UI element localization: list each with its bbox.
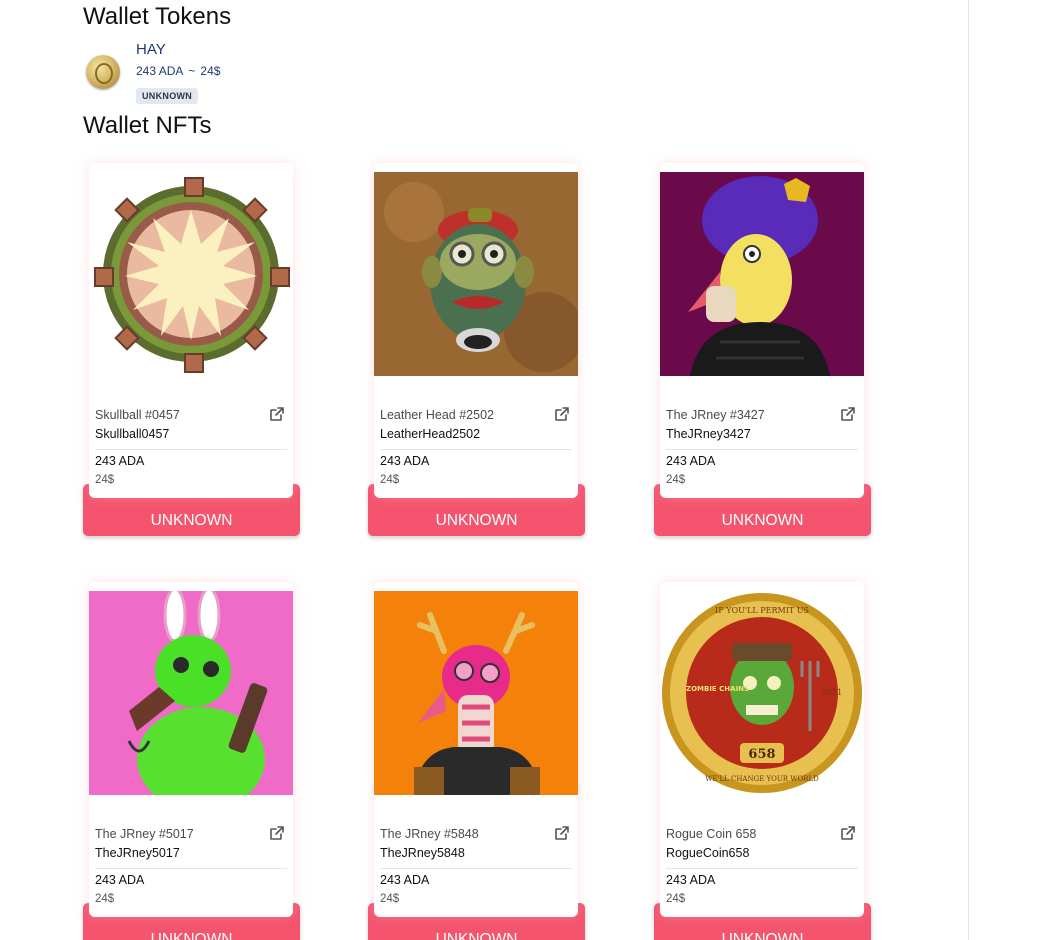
- divider: [380, 449, 572, 450]
- nft-title: Rogue Coin 658: [666, 827, 757, 841]
- rogue-coin-year: 2021: [822, 688, 842, 697]
- nft-handle: TheJRney5017: [95, 846, 180, 860]
- nft-card[interactable]: The JRney #5017 TheJRney5017 243 ADA 24$…: [83, 582, 300, 940]
- wallet-tokens-heading: Wallet Tokens: [83, 3, 232, 30]
- nft-title: The JRney #5017: [95, 827, 194, 841]
- external-link-icon[interactable]: [554, 406, 570, 422]
- nft-card[interactable]: Leather Head #2502 LeatherHead2502 243 A…: [368, 163, 585, 538]
- nft-status-label: UNKNOWN: [721, 931, 804, 940]
- external-link-icon[interactable]: [269, 825, 285, 841]
- nft-status-label: UNKNOWN: [150, 931, 233, 940]
- rogue-coin-art[interactable]: 658 ZOMBIE CHAINS 2021 IF YOU'LL PERMIT …: [660, 591, 864, 795]
- nft-title: Leather Head #2502: [380, 408, 494, 422]
- nft-card[interactable]: The JRney #5848 TheJRney5848 243 ADA 24$…: [368, 582, 585, 940]
- nft-handle: TheJRney5848: [380, 846, 465, 860]
- external-link-icon[interactable]: [840, 825, 856, 841]
- leather-ape-art[interactable]: [374, 172, 578, 376]
- nft-card[interactable]: 658 ZOMBIE CHAINS 2021 IF YOU'LL PERMIT …: [654, 582, 871, 940]
- external-link-icon[interactable]: [554, 825, 570, 841]
- nft-status-label: UNKNOWN: [721, 512, 804, 529]
- nft-price-usd: 24$: [95, 893, 115, 905]
- hay-coin-icon: [86, 55, 120, 89]
- nft-title: The JRney #5848: [380, 827, 479, 841]
- nft-card[interactable]: The JRney #3427 TheJRney3427 243 ADA 24$…: [654, 163, 871, 538]
- nft-status-label: UNKNOWN: [435, 512, 518, 529]
- nft-handle: TheJRney3427: [666, 427, 751, 441]
- nft-card-body: 658 ZOMBIE CHAINS 2021 IF YOU'LL PERMIT …: [660, 582, 864, 917]
- nft-price-ada: 243 ADA: [380, 873, 430, 887]
- divider: [666, 449, 858, 450]
- nft-price-usd: 24$: [666, 474, 686, 486]
- nft-handle: Skullball0457: [95, 427, 170, 441]
- skullball-art[interactable]: [89, 172, 293, 376]
- nft-card-body: The JRney #5848 TheJRney5848 243 ADA 24$: [374, 582, 578, 917]
- token-item-hay[interactable]: HAY 243 ADA ~24$ UNKNOWN: [86, 40, 386, 110]
- nft-title: The JRney #3427: [666, 408, 765, 422]
- nft-handle: RogueCoin658: [666, 846, 750, 860]
- nft-price-ada: 243 ADA: [95, 873, 145, 887]
- nft-price-ada: 243 ADA: [666, 454, 716, 468]
- nft-price-usd: 24$: [380, 893, 400, 905]
- nft-card-body: The JRney #5017 TheJRney5017 243 ADA 24$: [89, 582, 293, 917]
- nft-status-label: UNKNOWN: [435, 931, 518, 940]
- wallet-page: Wallet Tokens HAY 243 ADA ~24$ UNKNOWN Wa…: [0, 0, 1059, 940]
- divider: [380, 868, 572, 869]
- right-divider: [968, 0, 969, 940]
- nft-title: Skullball #0457: [95, 408, 180, 422]
- nft-handle: LeatherHead2502: [380, 427, 481, 441]
- token-ada: 243 ADA: [136, 64, 184, 78]
- rogue-coin-bottom-text: WE'LL CHANGE YOUR WORLD: [705, 775, 819, 783]
- divider: [95, 868, 287, 869]
- token-name: HAY: [136, 41, 166, 58]
- nft-price-ada: 243 ADA: [95, 454, 145, 468]
- nft-card-body: Skullball #0457 Skullball0457 243 ADA 24…: [89, 163, 293, 498]
- external-link-icon[interactable]: [269, 406, 285, 422]
- nft-status-label: UNKNOWN: [150, 512, 233, 529]
- rogue-coin-number: 658: [748, 747, 775, 762]
- nft-price-usd: 24$: [95, 474, 115, 486]
- token-separator: ~: [188, 64, 196, 78]
- nft-price-usd: 24$: [380, 474, 400, 486]
- jrney-bunny-art[interactable]: [89, 591, 293, 795]
- divider: [666, 868, 858, 869]
- external-link-icon[interactable]: [840, 406, 856, 422]
- nft-price-ada: 243 ADA: [666, 873, 716, 887]
- token-amount: 243 ADA ~24$: [136, 64, 220, 78]
- token-usd: 24$: [200, 64, 221, 78]
- rogue-coin-brand: ZOMBIE CHAINS: [686, 685, 749, 693]
- jrney-chicken-art[interactable]: [660, 172, 864, 376]
- nft-card-body: The JRney #3427 TheJRney3427 243 ADA 24$: [660, 163, 864, 498]
- jrney-deer-art[interactable]: [374, 591, 578, 795]
- nft-price-usd: 24$: [666, 893, 686, 905]
- rogue-coin-top-text: IF YOU'LL PERMIT US: [715, 606, 809, 615]
- token-status-badge: UNKNOWN: [136, 88, 199, 104]
- divider: [95, 449, 287, 450]
- nft-card-body: Leather Head #2502 LeatherHead2502 243 A…: [374, 163, 578, 498]
- nft-card[interactable]: Skullball #0457 Skullball0457 243 ADA 24…: [83, 163, 300, 538]
- wallet-nfts-heading: Wallet NFTs: [83, 112, 212, 139]
- nft-price-ada: 243 ADA: [380, 454, 430, 468]
